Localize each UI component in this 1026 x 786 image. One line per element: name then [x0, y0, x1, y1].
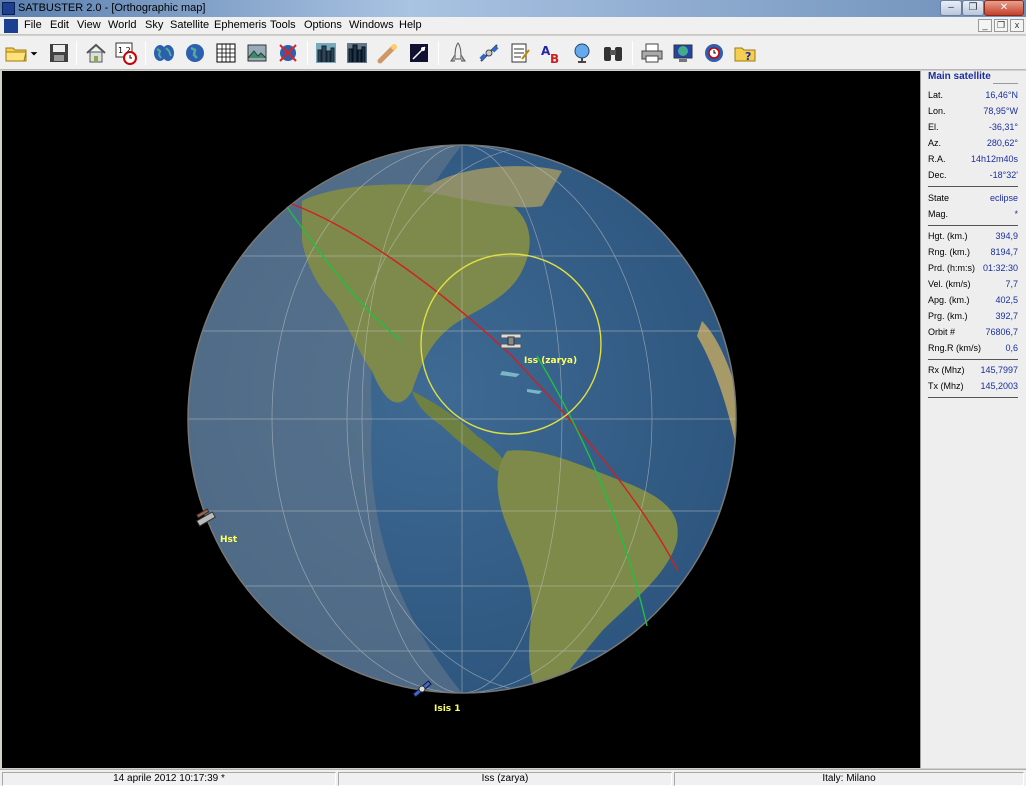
- row-hgt: Hgt. (km.) 394,9: [928, 231, 1018, 241]
- row-rng: Rng. (km.) 8194,7: [928, 247, 1018, 257]
- toolbar-separator: [438, 41, 439, 65]
- row-lat: Lat. 16,46°N: [928, 90, 1018, 100]
- monitor-globe-icon[interactable]: [669, 39, 697, 67]
- status-bar: 14 aprile 2012 10:17:39 * Iss (zarya) It…: [0, 769, 1026, 786]
- svg-text:B: B: [550, 52, 559, 65]
- title-bar: SATBUSTER 2.0 - [Orthographic map] – ❐ ✕: [0, 0, 1026, 17]
- status-satellite: Iss (zarya): [338, 772, 672, 786]
- panel-title-rule: [993, 83, 1018, 84]
- help-icon[interactable]: ?: [731, 39, 759, 67]
- menu-bar: File Edit View World Sky Satellite Ephem…: [0, 17, 1026, 35]
- menu-view[interactable]: View: [77, 19, 101, 31]
- window-title: SATBUSTER 2.0 - [Orthographic map]: [18, 2, 206, 14]
- toolbar: 1 2 AB ?: [0, 36, 1026, 70]
- row-orbit: Orbit #76806,7: [928, 327, 1018, 337]
- row-az: Az. 280,62°: [928, 138, 1018, 148]
- menu-sky[interactable]: Sky: [145, 19, 163, 31]
- row-vel: Vel. (km/s) 7,7: [928, 279, 1018, 289]
- panel-separator: [928, 186, 1018, 187]
- row-mag: Mag. *: [928, 209, 1018, 219]
- grid-icon[interactable]: [212, 39, 240, 67]
- menu-tools[interactable]: Tools: [270, 19, 296, 31]
- menu-windows[interactable]: Windows: [349, 19, 394, 31]
- panel-title: Main satellite: [928, 71, 991, 82]
- app-icon: [2, 2, 15, 15]
- mdi-minimize-button[interactable]: _: [978, 19, 992, 32]
- notes-icon[interactable]: [506, 39, 534, 67]
- row-rx: Rx (Mhz) 145,7997: [928, 365, 1018, 375]
- close-button[interactable]: ✕: [984, 0, 1024, 16]
- toolbar-separator: [76, 41, 77, 65]
- menu-file[interactable]: File: [24, 19, 42, 31]
- row-rngr: Rng.R (km/s) 0,6: [928, 343, 1018, 353]
- star-chart-icon[interactable]: [405, 39, 433, 67]
- printer-icon[interactable]: [638, 39, 666, 67]
- landscape-icon[interactable]: [243, 39, 271, 67]
- row-dec: Dec. -18°32': [928, 170, 1018, 180]
- mdi-document-icon[interactable]: [4, 19, 18, 33]
- open-folder-icon[interactable]: [2, 39, 30, 67]
- globe-icon[interactable]: [181, 39, 209, 67]
- row-apg: Apg. (km.) 402,5: [928, 295, 1018, 305]
- target-globe-icon[interactable]: [274, 39, 302, 67]
- city-day-icon[interactable]: [312, 39, 340, 67]
- orthographic-map[interactable]: Iss (zarya) Hst Isis 1: [2, 71, 920, 768]
- toolbar-separator: [307, 41, 308, 65]
- home-icon[interactable]: [82, 39, 110, 67]
- row-prg: Prg. (km.) 392,7: [928, 311, 1018, 321]
- restore-button[interactable]: ❐: [962, 0, 984, 16]
- status-datetime: 14 aprile 2012 10:17:39 *: [2, 772, 336, 786]
- menu-satellite[interactable]: Satellite: [170, 19, 209, 31]
- menu-edit[interactable]: Edit: [50, 19, 69, 31]
- menu-help[interactable]: Help: [399, 19, 422, 31]
- binoculars-icon[interactable]: [599, 39, 627, 67]
- panel-separator: [928, 359, 1018, 360]
- world-map-icon[interactable]: [150, 39, 178, 67]
- mdi-close-button[interactable]: x: [1010, 19, 1024, 32]
- row-el: El. -36,31°: [928, 122, 1018, 132]
- toolbar-separator: [632, 41, 633, 65]
- map-canvas[interactable]: Iss (zarya) Hst Isis 1: [2, 71, 920, 768]
- mdi-restore-button[interactable]: ❐: [994, 19, 1008, 32]
- globe-clock-icon[interactable]: [700, 39, 728, 67]
- calendar-clock-icon[interactable]: 1 2: [112, 39, 140, 67]
- row-lon: Lon. 78,95°W: [928, 106, 1018, 116]
- shuttle-icon[interactable]: [444, 39, 472, 67]
- menu-ephemeris[interactable]: Ephemeris: [214, 19, 267, 31]
- minimize-button[interactable]: –: [940, 0, 962, 16]
- menu-world[interactable]: World: [108, 19, 137, 31]
- isis-label: Isis 1: [434, 704, 461, 714]
- row-state: State eclipse: [928, 193, 1018, 203]
- main-satellite-panel: Main satellite Lat. 16,46°N Lon. 78,95°W E…: [920, 71, 1026, 768]
- toolbar-separator: [145, 41, 146, 65]
- hst-label: Hst: [220, 535, 238, 545]
- row-prd: Prd. (h:m:s) 01:32:30: [928, 263, 1018, 273]
- panel-separator: [928, 397, 1018, 398]
- row-tx: Tx (Mhz) 145,2003: [928, 381, 1018, 391]
- city-night-icon[interactable]: [343, 39, 371, 67]
- status-location: Italy: Milano: [674, 772, 1024, 786]
- iss-label: Iss (zarya): [524, 356, 577, 366]
- satellite-icon[interactable]: [475, 39, 503, 67]
- dropdown-arrow-icon[interactable]: [28, 39, 40, 67]
- row-ra: R.A. 14h12m40s: [928, 154, 1018, 164]
- menu-options[interactable]: Options: [304, 19, 342, 31]
- comet-icon[interactable]: [374, 39, 402, 67]
- panel-separator: [928, 225, 1018, 226]
- svg-text:?: ?: [745, 50, 751, 63]
- save-icon[interactable]: [45, 39, 73, 67]
- dish-icon[interactable]: [568, 39, 596, 67]
- text-ab-icon[interactable]: AB: [537, 39, 565, 67]
